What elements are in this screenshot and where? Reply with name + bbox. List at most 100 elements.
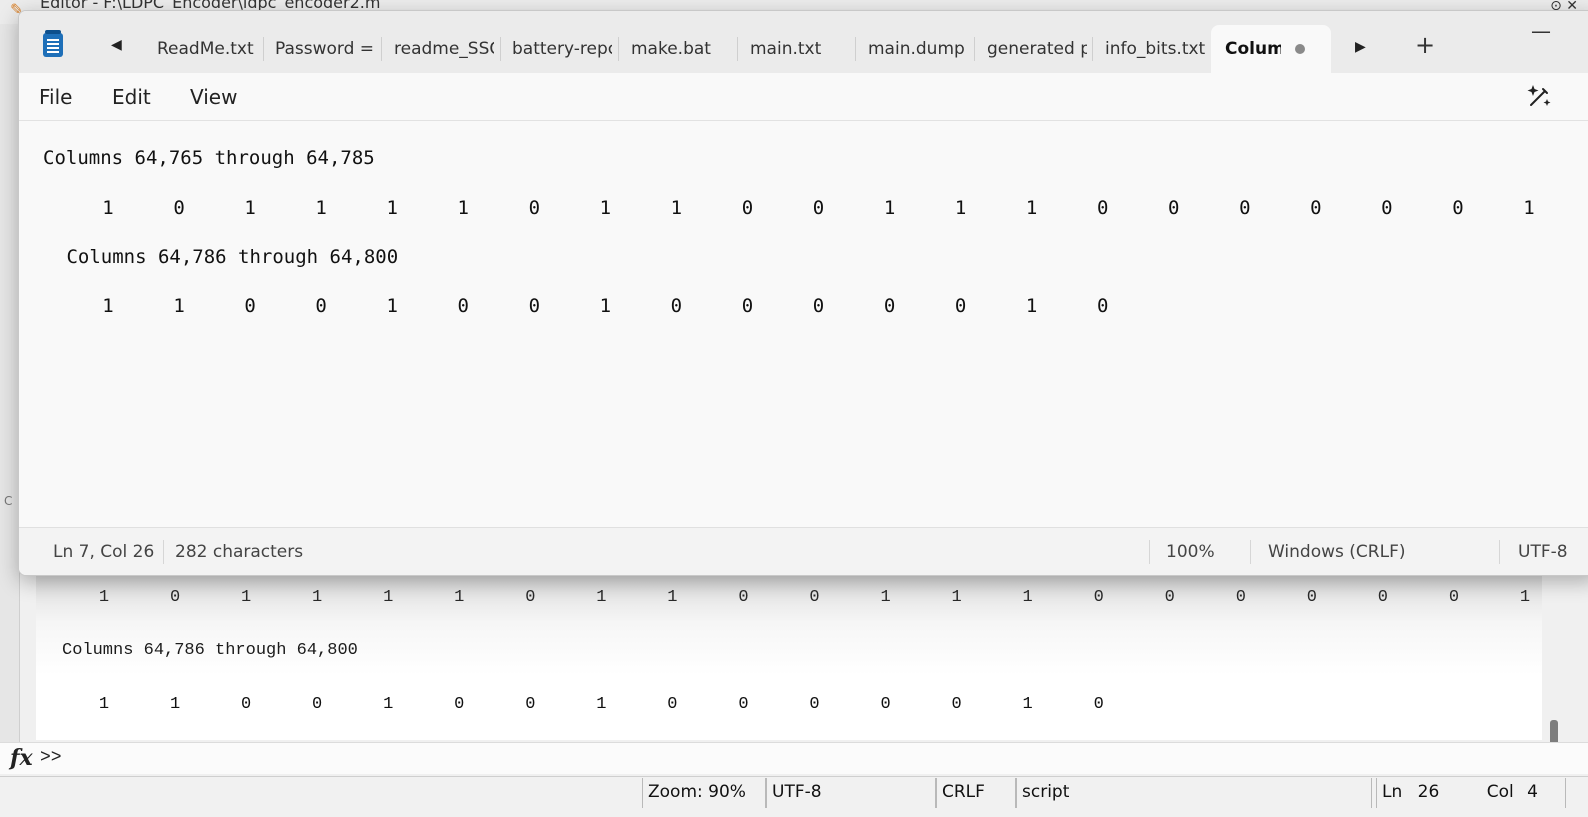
bit-value: 0 [315, 295, 327, 317]
bg-status-col-label: Col [1486, 782, 1514, 802]
bit-value: 0 [244, 295, 256, 317]
tab-divider [381, 37, 382, 61]
bit-value: 0 [169, 588, 181, 607]
bit-value: 1 [98, 695, 110, 714]
unsaved-indicator-icon[interactable] [1295, 44, 1305, 54]
notepad-statusbar: Ln 7, Col 26 282 characters 100% Windows… [19, 527, 1588, 575]
bit-value: 1 [454, 588, 465, 607]
bit-value: 0 [1306, 588, 1317, 607]
bit-value: 1 [596, 588, 607, 607]
bit-value: 1 [951, 588, 962, 607]
bit-value: 1 [1523, 197, 1535, 219]
chevron-left-icon[interactable]: ◀ [111, 37, 122, 53]
bit-value: 1 [383, 695, 394, 714]
bit-value: 1 [383, 588, 394, 607]
tab-bar: ◀ ReadMe.txt Password = ' readme_SSC bat… [19, 11, 1588, 73]
bit-value: 1 [98, 588, 110, 607]
bit-value: 0 [741, 295, 754, 317]
copilot-icon[interactable] [1525, 81, 1555, 111]
bit-value: 1 [386, 295, 398, 317]
minimize-icon[interactable]: — [1531, 19, 1551, 43]
bit-value: 0 [1235, 588, 1246, 607]
bit-value: 1 [1025, 197, 1038, 219]
tab-main-dump[interactable]: main.dump [868, 25, 968, 73]
bit-value: 0 [312, 695, 323, 714]
bit-value: 0 [1168, 197, 1180, 219]
bg-status-line-ending: CRLF [936, 778, 1016, 808]
bg-status-col-value: 4 [1527, 782, 1538, 802]
bit-value: 1 [883, 197, 896, 219]
bit-value: 0 [738, 695, 749, 714]
status-divider [1149, 540, 1150, 564]
tab-battery-report[interactable]: battery-repc [512, 25, 612, 73]
bit-value: 0 [812, 197, 825, 219]
menu-view[interactable]: View [190, 85, 237, 109]
bit-value: 0 [1093, 588, 1104, 607]
left-panel-strip: C [0, 24, 20, 769]
bit-value: 0 [1096, 295, 1109, 317]
status-divider [1499, 540, 1500, 564]
command-window[interactable]: 1 0 1 1 1 1 0 1 1 0 0 1 1 1 0 0 0 0 0 0 1 Columns 64,786 thr… [36, 570, 1542, 740]
tab-divider [263, 37, 264, 61]
chevron-right-icon[interactable]: ▶ [1355, 39, 1366, 55]
plus-icon[interactable]: + [1415, 31, 1435, 59]
command-output-heading: Columns 64,786 through 64,800 [62, 641, 358, 660]
panel-marker: C [4, 494, 13, 508]
bit-value: 0 [240, 695, 252, 714]
bit-value: 1 [169, 695, 181, 714]
bit-value: 1 [1519, 588, 1531, 607]
bit-value: 0 [1164, 588, 1175, 607]
bg-status-position: Ln 26 Col 4 [1376, 778, 1566, 808]
function-browser-icon[interactable]: fx [10, 745, 33, 771]
bit-value: 1 [102, 295, 114, 317]
bit-value: 0 [1310, 197, 1322, 219]
tab-readme[interactable]: ReadMe.txt [157, 25, 261, 73]
bit-value: 0 [457, 295, 469, 317]
bit-value: 1 [173, 295, 185, 317]
menu-edit[interactable]: Edit [112, 85, 151, 109]
bit-value: 0 [951, 695, 962, 714]
bit-value: 1 [312, 588, 323, 607]
tab-info-bits[interactable]: info_bits.txt [1105, 25, 1209, 73]
tab-active[interactable]: Colum [1211, 25, 1331, 73]
bit-value: 0 [670, 295, 683, 317]
bit-value: 1 [386, 197, 398, 219]
bit-value: 0 [1448, 588, 1460, 607]
tab-generated[interactable]: generated p [987, 25, 1087, 73]
bit-value: 0 [667, 695, 678, 714]
bit-value: 0 [1452, 197, 1464, 219]
status-line-ending[interactable]: Windows (CRLF) [1268, 542, 1406, 562]
status-position[interactable]: Ln 7, Col 26 [53, 542, 154, 562]
bit-value: 0 [1381, 197, 1393, 219]
tab-make-bat[interactable]: make.bat [631, 25, 731, 73]
notepad-window[interactable]: ◀ ReadMe.txt Password = ' readme_SSC bat… [18, 10, 1588, 576]
bg-status-ln-label: Ln [1382, 782, 1403, 802]
bg-status-encoding: UTF-8 [766, 778, 936, 808]
command-prompt-area[interactable] [0, 742, 1588, 774]
status-characters: 282 characters [175, 542, 304, 562]
content-heading: Columns 64,765 through 64,785 [43, 147, 375, 169]
bit-value: 0 [738, 588, 749, 607]
tab-main-txt[interactable]: main.txt [750, 25, 850, 73]
bg-status-type: script [1016, 778, 1372, 808]
bit-value: 1 [1025, 295, 1038, 317]
status-zoom[interactable]: 100% [1166, 542, 1215, 562]
menu-bar: File Edit View [19, 73, 1588, 121]
tab-readme-ssc[interactable]: readme_SSC [394, 25, 494, 73]
tab-divider [855, 37, 856, 61]
bit-value: 1 [599, 197, 612, 219]
text-editor[interactable]: Columns 64,765 through 64,785 1 0 1 1 1 1 0 1 1 0… [19, 121, 1588, 527]
menu-file[interactable]: File [39, 85, 72, 109]
bg-status-zoom: Zoom: 90% [642, 778, 766, 808]
tab-divider [737, 37, 738, 61]
command-prompt[interactable]: >> [40, 748, 62, 768]
bit-value: 1 [1022, 695, 1033, 714]
tab-active-label: Colum [1225, 39, 1281, 59]
bit-value: 1 [667, 588, 678, 607]
tab-password[interactable]: Password = ' [275, 25, 375, 73]
bit-value: 0 [1377, 588, 1388, 607]
content-row: 1 1 0 0 1 0 0 1 0 0 0 0 0 1 0 [19, 295, 1579, 321]
status-encoding[interactable]: UTF-8 [1518, 542, 1568, 562]
bit-value: 0 [741, 197, 754, 219]
bit-value: 1 [315, 197, 327, 219]
